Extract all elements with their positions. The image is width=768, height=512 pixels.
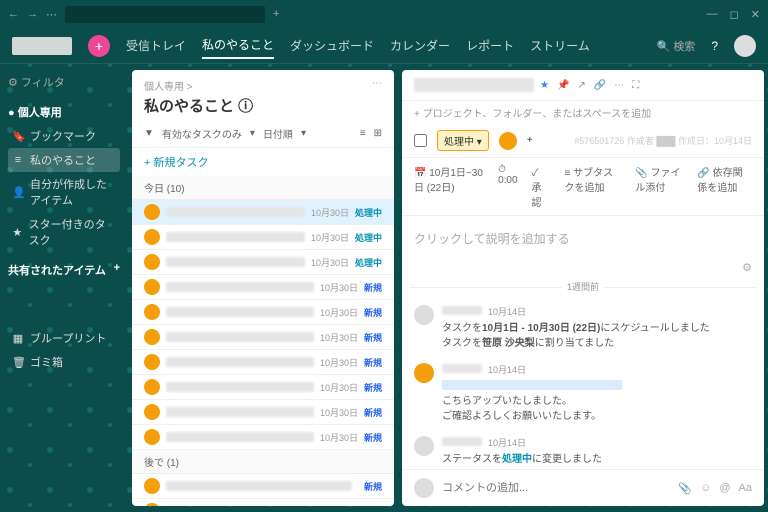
task-row[interactable]: 10月30日新規 (132, 375, 394, 400)
group-later: 後で (1) (132, 450, 394, 474)
sidebar-item[interactable]: 👤自分が作成したアイテム (8, 172, 120, 212)
task-row[interactable]: 新規 (132, 499, 394, 506)
tab-inbox[interactable]: 受信トレイ (126, 33, 186, 58)
approve-link[interactable]: ✓ 承認 (532, 164, 551, 209)
plus-icon[interactable]: + (273, 8, 279, 20)
task-meta: #576501726 作成者 ███ 作成日：10月14日 (574, 134, 752, 147)
avatar (414, 305, 434, 325)
titlebar: ← → ⋯ + — ◻ ✕ (0, 0, 768, 28)
task-row[interactable]: 10月30日新規 (132, 425, 394, 450)
url-input[interactable] (65, 6, 265, 23)
mention-icon[interactable]: @ (719, 482, 730, 495)
tab-stream[interactable]: ストリーム (530, 33, 590, 58)
view-list-icon[interactable]: ≡ (360, 128, 366, 139)
user-name (442, 437, 482, 446)
pin-icon[interactable]: 📌 (557, 80, 569, 91)
min-icon[interactable]: — (707, 8, 718, 21)
activity-text: ステータスを処理中に変更しました (442, 452, 602, 467)
section-shared[interactable]: 共有されたアイテム+ (8, 262, 120, 278)
task-row[interactable]: 10月30日新規 (132, 325, 394, 350)
activity-2: 10月14日 ステータスを処理中に変更しました (402, 430, 764, 469)
sidebar-item[interactable]: 🔖ブックマーク (8, 124, 120, 148)
status-dropdown[interactable]: 処理中 ▾ (437, 130, 489, 151)
time-track[interactable]: ⏱ 0:00 (498, 164, 517, 209)
avatar (414, 363, 434, 383)
star-icon[interactable]: ★ (540, 80, 549, 91)
comment-input[interactable] (442, 482, 670, 494)
add-project-link[interactable]: + プロジェクト、フォルダー、またはスペースを追加 (402, 101, 764, 124)
list-more-icon[interactable]: ⋯ (372, 78, 382, 93)
subtask-link[interactable]: ≡ サブタスクを追加 (565, 164, 622, 209)
tab-report[interactable]: レポート (466, 33, 514, 58)
filter-date[interactable]: 日付順 (263, 126, 293, 141)
view-grid-icon[interactable]: ⊞ (374, 128, 382, 139)
comment-text: こちらアップいたしました。ご確認よろしくお願いいたします。 (442, 394, 752, 424)
topnav: + 受信トレイ 私のやること ダッシュボード カレンダー レポート ストリーム … (0, 28, 768, 64)
brand-logo (12, 37, 72, 55)
add-button[interactable]: + (88, 35, 110, 57)
task-row[interactable]: 10月30日処理中 (132, 250, 394, 275)
task-row[interactable]: 10月30日新規 (132, 275, 394, 300)
tab-calendar[interactable]: カレンダー (390, 33, 450, 58)
sidebar: ⚙ フィルタ ● 個人専用 🔖ブックマーク≡私のやること👤自分が作成したアイテム… (0, 64, 128, 512)
share-icon[interactable]: ↗ (577, 80, 585, 91)
format-icon[interactable]: Aa (739, 482, 752, 495)
list-title: 私のやること ⓘ (144, 95, 382, 116)
avatar (414, 436, 434, 456)
add-assignee[interactable]: + (527, 135, 533, 146)
detail-more-icon[interactable]: ⋯ (614, 80, 624, 91)
new-task-button[interactable]: + 新規タスク (132, 148, 394, 176)
task-row[interactable]: 10月30日処理中 (132, 200, 394, 225)
task-row[interactable]: 10月30日新規 (132, 300, 394, 325)
attachment[interactable] (442, 380, 622, 390)
expand-icon[interactable]: ⛶ (632, 80, 639, 91)
task-row[interactable]: 10月30日新規 (132, 400, 394, 425)
attach-link[interactable]: 📎 ファイル添付 (635, 164, 683, 209)
section-personal: ● 個人専用 (8, 104, 120, 120)
description-area[interactable]: クリックして説明を追加する (402, 216, 764, 261)
tab-mytodo[interactable]: 私のやること (202, 32, 274, 59)
user-avatar[interactable] (734, 35, 756, 57)
user-name (442, 364, 482, 373)
tab-dashboard[interactable]: ダッシュボード (290, 33, 374, 58)
depend-link[interactable]: 🔗 依存関係を追加 (697, 164, 752, 209)
sidebar-item[interactable]: ★スター付きのタスク (8, 212, 120, 252)
max-icon[interactable]: ◻ (730, 8, 739, 21)
task-list-panel: 個人専用 >⋯ 私のやること ⓘ ▼ 有効なタスクのみ▾ 日付順▾ ≡ ⊞ + … (132, 70, 394, 506)
breadcrumb[interactable]: 個人専用 > (144, 78, 193, 93)
task-detail-panel: ★ 📌 ↗ 🔗 ⋯ ⛶ + プロジェクト、フォルダー、またはスペースを追加 処理… (402, 70, 764, 506)
user-name (442, 306, 482, 315)
activity-1: 10月14日 タスクを10月1日 - 10月30日 (22日)にスケジュールしま… (402, 299, 764, 357)
link-icon[interactable]: 🔗 (594, 80, 606, 91)
sidebar-item[interactable]: ≡私のやること (8, 148, 120, 172)
close-icon[interactable]: ✕ (751, 8, 760, 21)
task-title[interactable] (414, 78, 534, 92)
help-icon[interactable]: ? (711, 39, 718, 53)
attach-icon[interactable]: 📎 (678, 482, 692, 495)
search-link[interactable]: 🔍 検索 (657, 38, 696, 54)
filter-icon-2[interactable]: ⚙ (402, 261, 764, 274)
sidebar-item[interactable]: 🗑ゴミ箱 (8, 350, 120, 374)
task-complete-checkbox[interactable] (414, 134, 427, 147)
sidebar-item[interactable]: ▦ブループリント (8, 326, 120, 350)
activity-text: タスクを10月1日 - 10月30日 (22日)にスケジュールしましたタスクを笹… (442, 321, 710, 351)
task-row[interactable]: 10月30日処理中 (132, 225, 394, 250)
time-separator: 1週間前 (402, 274, 764, 299)
filter-label[interactable]: ⚙ フィルタ (8, 74, 65, 90)
assignee-avatar[interactable] (499, 132, 517, 150)
my-avatar (414, 478, 434, 498)
filter-valid[interactable]: 有効なタスクのみ (162, 126, 242, 141)
comment-1: 10月14日 こちらアップいたしました。ご確認よろしくお願いいたします。 (402, 357, 764, 430)
back-icon[interactable]: ← (8, 8, 19, 20)
date-range[interactable]: 📅 10月1日~30日 (22日) (414, 164, 484, 209)
group-today: 今日 (10) (132, 176, 394, 200)
more-icon[interactable]: ⋯ (46, 8, 57, 21)
task-row[interactable]: 新規 (132, 474, 394, 499)
filter-icon[interactable]: ▼ (144, 128, 154, 139)
task-row[interactable]: 10月30日新規 (132, 350, 394, 375)
fwd-icon[interactable]: → (27, 8, 38, 20)
emoji-icon[interactable]: ☺ (700, 482, 711, 495)
